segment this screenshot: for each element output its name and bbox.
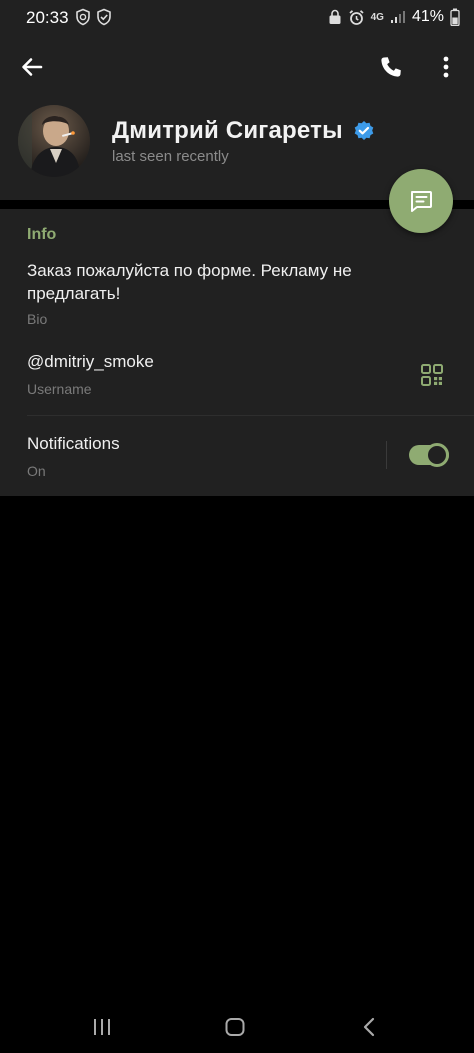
system-navigation-bar bbox=[0, 1000, 474, 1053]
home-icon bbox=[225, 1018, 245, 1036]
more-menu-button[interactable] bbox=[426, 47, 466, 87]
shield-check-icon bbox=[97, 8, 111, 26]
notifications-toggle[interactable] bbox=[409, 443, 449, 467]
battery-percent: 41% bbox=[411, 8, 444, 25]
bio-label: Bio bbox=[27, 311, 48, 327]
arrow-left-icon bbox=[22, 58, 43, 76]
recents-icon bbox=[94, 1019, 110, 1035]
avatar[interactable] bbox=[18, 105, 90, 177]
signal-icon bbox=[390, 11, 405, 23]
back-icon bbox=[363, 1017, 375, 1037]
profile-name: Дмитрий Сигареты bbox=[112, 117, 343, 144]
last-seen-status: last seen recently bbox=[112, 148, 229, 165]
message-button[interactable] bbox=[389, 169, 453, 233]
bio-text[interactable]: Заказ пожалуйста по форме. Рекламу не пр… bbox=[27, 259, 407, 305]
notifications-value: On bbox=[27, 463, 46, 479]
lock-icon bbox=[329, 9, 341, 24]
status-time: 20:33 bbox=[26, 8, 69, 27]
qr-code-icon[interactable] bbox=[420, 363, 444, 387]
status-right: 4G 41% bbox=[328, 8, 460, 26]
home-button[interactable] bbox=[215, 1014, 255, 1040]
network-type: 4G bbox=[370, 11, 384, 23]
back-button[interactable] bbox=[12, 47, 52, 87]
call-button[interactable] bbox=[371, 47, 411, 87]
phone-icon bbox=[381, 57, 401, 77]
system-back-button[interactable] bbox=[349, 1014, 389, 1040]
profile-name-row: Дмитрий Сигареты bbox=[112, 117, 375, 145]
profile-header: 20:33 4G 41% Дмитрий Сигареты last seen … bbox=[0, 0, 474, 200]
alarm-icon bbox=[349, 9, 364, 25]
verified-badge-icon bbox=[354, 121, 374, 140]
toggle-knob bbox=[425, 443, 449, 467]
recents-button[interactable] bbox=[82, 1014, 122, 1040]
info-section: Info Заказ пожалуйста по форме. Рекламу … bbox=[0, 209, 474, 496]
divider bbox=[27, 415, 474, 416]
more-vertical-icon bbox=[443, 56, 449, 78]
shield-icon bbox=[76, 8, 90, 26]
info-heading: Info bbox=[27, 226, 57, 243]
status-bar: 20:33 4G 41% bbox=[0, 0, 474, 34]
username-value[interactable]: @dmitriy_smoke bbox=[27, 352, 154, 372]
message-icon bbox=[411, 191, 432, 212]
notifications-label[interactable]: Notifications bbox=[27, 434, 120, 454]
username-label: Username bbox=[27, 381, 92, 397]
avatar-image bbox=[18, 105, 90, 177]
separator bbox=[386, 441, 387, 469]
battery-icon bbox=[450, 8, 460, 26]
